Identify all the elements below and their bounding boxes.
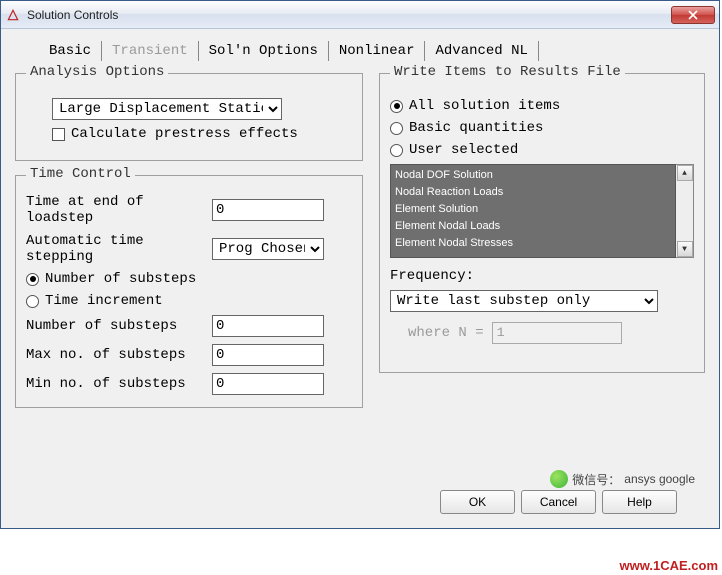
close-button[interactable] <box>671 6 715 24</box>
radio-substeps-label: Number of substeps <box>45 271 196 287</box>
list-item[interactable]: Element Nodal Loads <box>395 218 671 235</box>
app-icon <box>5 7 21 23</box>
results-items-listbox[interactable]: Nodal DOF Solution Nodal Reaction Loads … <box>390 164 676 258</box>
tabstrip: Basic Transient Sol'n Options Nonlinear … <box>15 39 705 63</box>
auto-ts-label: Automatic time stepping <box>26 233 212 265</box>
write-items-legend: Write Items to Results File <box>390 64 625 80</box>
tab-sep <box>101 41 102 61</box>
listbox-scrollbar[interactable]: ▲ ▼ <box>676 164 694 258</box>
radio-user-label: User selected <box>409 142 518 158</box>
num-substeps-input[interactable] <box>212 315 324 337</box>
list-item[interactable]: Element Solution <box>395 201 671 218</box>
analysis-options-group: Analysis Options Large Displacement Stat… <box>15 73 363 161</box>
wechat-label: 微信号： <box>572 471 620 488</box>
radio-substeps[interactable] <box>26 273 39 286</box>
max-substeps-label: Max no. of substeps <box>26 347 212 363</box>
radio-time-increment[interactable] <box>26 295 39 308</box>
frequency-label: Frequency: <box>390 268 694 284</box>
analysis-options-legend: Analysis Options <box>26 64 168 80</box>
time-end-input[interactable] <box>212 199 324 221</box>
radio-increment-label: Time increment <box>45 293 163 309</box>
tab-sep <box>424 41 425 61</box>
dialog-body: Basic Transient Sol'n Options Nonlinear … <box>1 29 719 528</box>
site-url: www.1CAE.com <box>620 558 718 573</box>
scroll-down-icon[interactable]: ▼ <box>677 241 693 257</box>
radio-all-items[interactable] <box>390 100 403 113</box>
tab-sep <box>538 41 539 61</box>
num-substeps-label: Number of substeps <box>26 318 212 334</box>
analysis-type-select[interactable]: Large Displacement Static <box>52 98 282 120</box>
tab-soln-options[interactable]: Sol'n Options <box>205 39 322 63</box>
close-icon <box>688 10 698 20</box>
dialog-buttons: OK Cancel Help <box>440 490 677 514</box>
where-n-input <box>492 322 622 344</box>
min-substeps-input[interactable] <box>212 373 324 395</box>
tab-advanced-nl[interactable]: Advanced NL <box>431 39 531 63</box>
write-items-group: Write Items to Results File All solution… <box>379 73 705 373</box>
window-title: Solution Controls <box>27 8 671 22</box>
min-substeps-label: Min no. of substeps <box>26 376 212 392</box>
radio-all-label: All solution items <box>409 98 560 114</box>
frequency-select[interactable]: Write last substep only <box>390 290 658 312</box>
wechat-icon <box>550 470 568 488</box>
auto-ts-select[interactable]: Prog Chosen <box>212 238 324 260</box>
time-control-group: Time Control Time at end of loadstep Aut… <box>15 175 363 408</box>
tab-basic[interactable]: Basic <box>45 39 95 63</box>
help-button[interactable]: Help <box>602 490 677 514</box>
scroll-up-icon[interactable]: ▲ <box>677 165 693 181</box>
tab-sep <box>198 41 199 61</box>
prestress-checkbox[interactable] <box>52 128 65 141</box>
cancel-button[interactable]: Cancel <box>521 490 596 514</box>
list-item[interactable]: Nodal DOF Solution <box>395 167 671 184</box>
radio-user-selected[interactable] <box>390 144 403 157</box>
solution-controls-dialog: Solution Controls Basic Transient Sol'n … <box>0 0 720 529</box>
ok-button[interactable]: OK <box>440 490 515 514</box>
prestress-label: Calculate prestress effects <box>71 126 298 142</box>
max-substeps-input[interactable] <box>212 344 324 366</box>
where-n-label: where N = <box>408 325 484 341</box>
bottom-area: 微信号： ansys google OK Cancel Help <box>15 408 705 528</box>
tab-sep <box>328 41 329 61</box>
time-control-legend: Time Control <box>26 166 135 182</box>
tab-transient[interactable]: Transient <box>108 39 192 63</box>
wechat-id: ansys google <box>624 472 695 486</box>
list-item[interactable]: Element Nodal Stresses <box>395 235 671 252</box>
time-end-label: Time at end of loadstep <box>26 194 212 226</box>
titlebar: Solution Controls <box>1 1 719 29</box>
tab-nonlinear[interactable]: Nonlinear <box>335 39 419 63</box>
radio-basic-label: Basic quantities <box>409 120 543 136</box>
watermark: 微信号： ansys google <box>550 470 695 488</box>
list-item[interactable]: Nodal Reaction Loads <box>395 184 671 201</box>
radio-basic-quantities[interactable] <box>390 122 403 135</box>
